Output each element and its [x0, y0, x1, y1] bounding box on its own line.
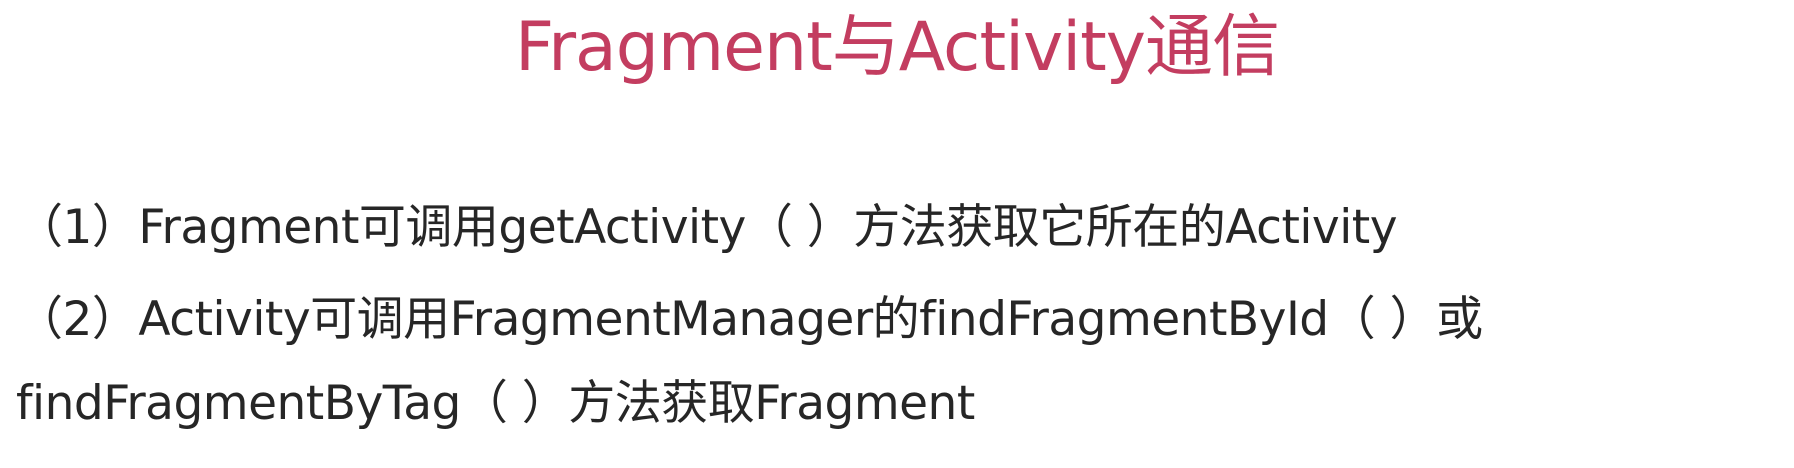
slide: Fragment与Activity通信 （1）Fragment可调用getAct… — [0, 0, 1794, 468]
slide-title: Fragment与Activity通信 — [514, 8, 1280, 87]
body-line-3: findFragmentByTag（ ）方法获取Fragment — [16, 376, 975, 431]
body-line-1: （1）Fragment可调用getActivity（ ）方法获取它所在的Acti… — [16, 200, 1398, 255]
body-line-2: （2）Activity可调用FragmentManager的findFragme… — [16, 292, 1483, 347]
